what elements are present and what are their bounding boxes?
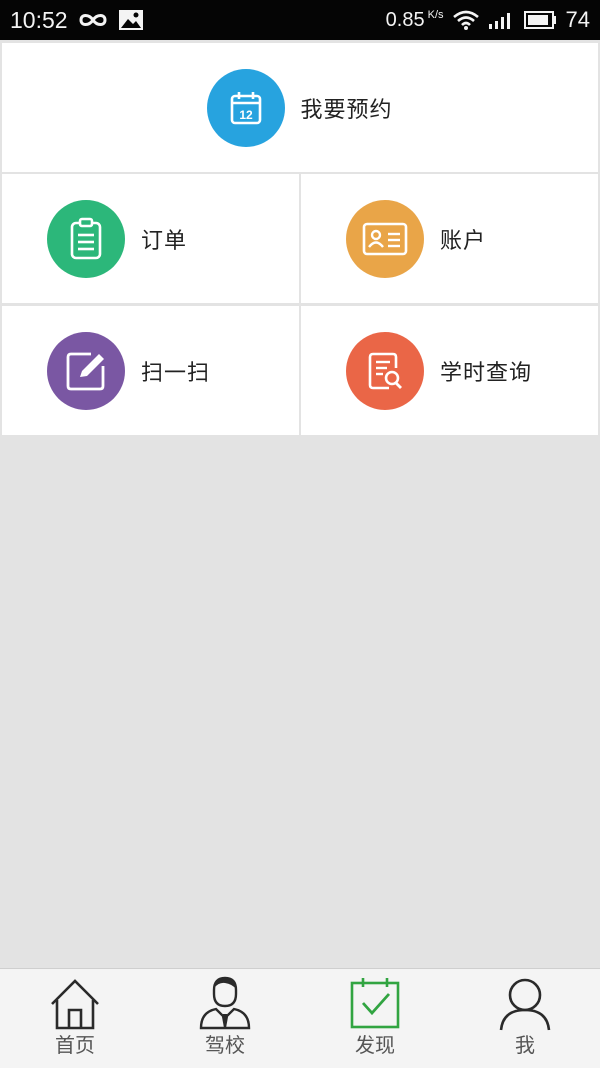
reserve-button[interactable]: 12 我要预约 (2, 43, 598, 172)
tab-discover[interactable]: 发现 (300, 969, 450, 1068)
status-right: 0.85 K/s 74 (386, 0, 590, 40)
calendar-check-icon (350, 978, 400, 1029)
image-icon (118, 10, 143, 30)
tab-driving-school[interactable]: 驾校 (150, 969, 300, 1068)
tab-me[interactable]: 我 (450, 969, 600, 1068)
status-time: 10:52 (10, 6, 68, 33)
id-card-icon (362, 222, 408, 255)
tab-discover-label: 发现 (355, 1033, 395, 1057)
orders-label: 订单 (141, 228, 188, 254)
infinity-icon (79, 14, 107, 26)
status-left: 10:52 (10, 0, 144, 40)
edit-icon (66, 352, 105, 390)
network-speed-unit: K/s (427, 8, 444, 21)
signal-icon (488, 13, 510, 29)
tab-home[interactable]: 首页 (0, 969, 150, 1068)
calendar-icon: 12 (231, 91, 262, 124)
study-hours-button[interactable]: 学时查询 (301, 306, 598, 435)
study-hours-icon-circle (346, 331, 424, 410)
instructor-icon (199, 976, 251, 1030)
document-search-icon (368, 352, 402, 389)
status-bar: 10:52 0.85 K/s 74 (0, 0, 600, 40)
reserve-label: 我要预约 (300, 97, 393, 123)
tab-driving-school-label: 驾校 (205, 1033, 245, 1057)
calendar-day-text: 12 (240, 108, 254, 122)
main-content: 12 我要预约 订单 账户 扫一扫 学时查询 (0, 41, 600, 968)
orders-icon-circle (47, 199, 125, 278)
battery-icon (523, 11, 556, 29)
clipboard-icon (70, 217, 102, 259)
scan-icon-circle (47, 331, 125, 410)
account-label: 账户 (440, 228, 487, 254)
wifi-icon (452, 10, 479, 30)
scan-label: 扫一扫 (141, 360, 211, 386)
reserve-icon-circle: 12 (207, 68, 286, 147)
battery-level: 74 (565, 7, 590, 32)
account-button[interactable]: 账户 (301, 174, 598, 303)
orders-button[interactable]: 订单 (2, 174, 299, 303)
scan-button[interactable]: 扫一扫 (2, 306, 299, 435)
network-speed: 0.85 K/s (385, 8, 444, 31)
user-icon (499, 978, 551, 1031)
home-icon (51, 979, 99, 1030)
tab-me-label: 我 (515, 1033, 535, 1057)
bottom-tab-bar: 首页 驾校 发现 我 (0, 968, 600, 1068)
tab-home-label: 首页 (55, 1033, 95, 1057)
study-hours-label: 学时查询 (440, 360, 533, 386)
account-icon-circle (346, 199, 424, 278)
